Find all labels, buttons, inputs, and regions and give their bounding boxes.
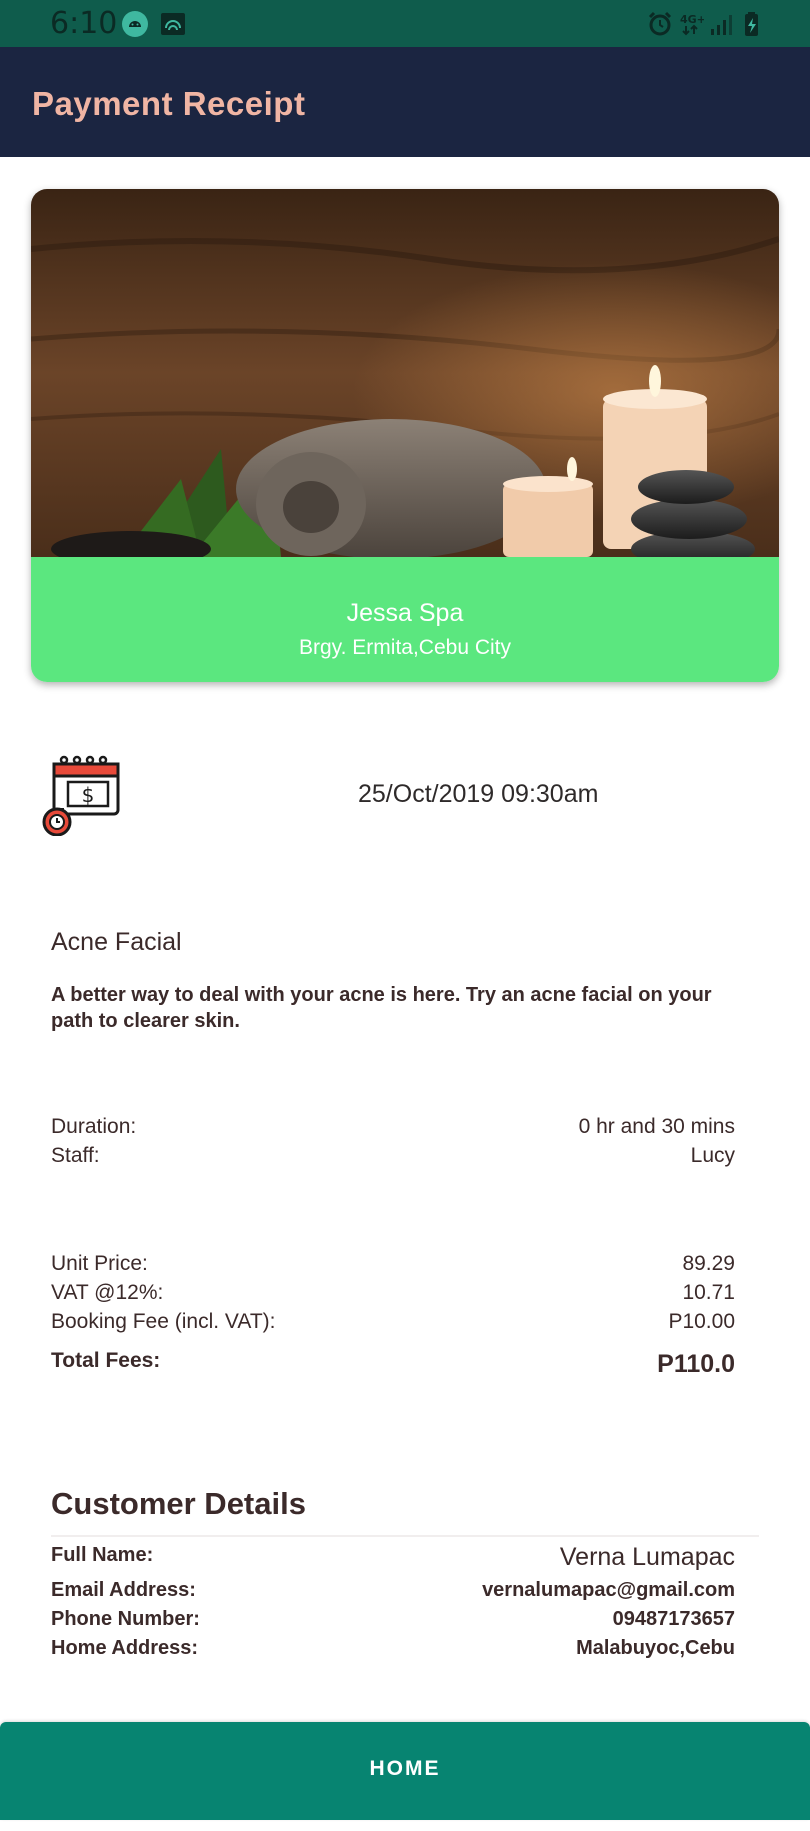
phone-value: 09487173657 <box>612 1608 735 1630</box>
full-name-label: Full Name: <box>51 1544 154 1566</box>
home-button[interactable]: HOME <box>0 1722 810 1820</box>
service-description: A better way to deal with your acne is h… <box>51 984 712 1032</box>
vat-label: VAT @12%: <box>51 1281 164 1304</box>
address-value: Malabuyoc,Cebu <box>576 1637 735 1659</box>
wifi-cast-icon <box>161 13 185 35</box>
full-name-value: Verna Lumapac <box>559 1543 735 1571</box>
android-icon <box>122 11 148 37</box>
battery-charging-icon <box>745 12 758 36</box>
staff-value: Lucy <box>690 1144 735 1167</box>
spa-card: Jessa Spa Brgy. Ermita,Cebu City <box>31 189 779 682</box>
svg-text:$: $ <box>82 783 95 807</box>
home-button-label: HOME <box>369 1757 441 1780</box>
calendar-payment-icon: $ <box>42 755 120 836</box>
status-time: 6:10 <box>50 6 118 41</box>
staff-label: Staff: <box>51 1144 100 1167</box>
vat-value: 10.71 <box>682 1281 735 1304</box>
alarm-icon <box>648 11 672 36</box>
email-value: vernalumapac@gmail.com <box>482 1579 735 1601</box>
booking-fee-label: Booking Fee (incl. VAT): <box>51 1310 276 1333</box>
address-label: Home Address: <box>51 1637 199 1659</box>
status-bar: 6:10 4G+ <box>0 0 810 47</box>
spa-name: Jessa Spa <box>346 599 464 627</box>
svg-text:4G+: 4G+ <box>680 13 704 26</box>
spa-photo <box>31 189 779 557</box>
spa-address: Brgy. Ermita,Cebu City <box>299 636 511 659</box>
unit-price-label: Unit Price: <box>51 1252 148 1275</box>
4g-icon: 4G+ <box>680 13 704 36</box>
total-fees-value: P110.0 <box>657 1350 735 1378</box>
page-title: Payment Receipt <box>32 85 306 122</box>
divider <box>51 1535 759 1537</box>
booking-datetime: 25/Oct/2019 09:30am <box>358 780 599 808</box>
service-name: Acne Facial <box>51 928 182 956</box>
signal-icon <box>711 15 732 35</box>
unit-price-value: 89.29 <box>682 1252 735 1275</box>
duration-label: Duration: <box>51 1115 137 1138</box>
duration-value: 0 hr and 30 mins <box>578 1115 735 1138</box>
booking-fee-value: P10.00 <box>668 1310 735 1333</box>
phone-label: Phone Number: <box>51 1608 200 1630</box>
customer-details-title: Customer Details <box>51 1486 306 1521</box>
spa-info-panel: Jessa Spa Brgy. Ermita,Cebu City <box>31 557 779 682</box>
total-fees-label: Total Fees: <box>51 1349 161 1372</box>
email-label: Email Address: <box>51 1579 196 1601</box>
app-bar: Payment Receipt <box>0 47 810 157</box>
